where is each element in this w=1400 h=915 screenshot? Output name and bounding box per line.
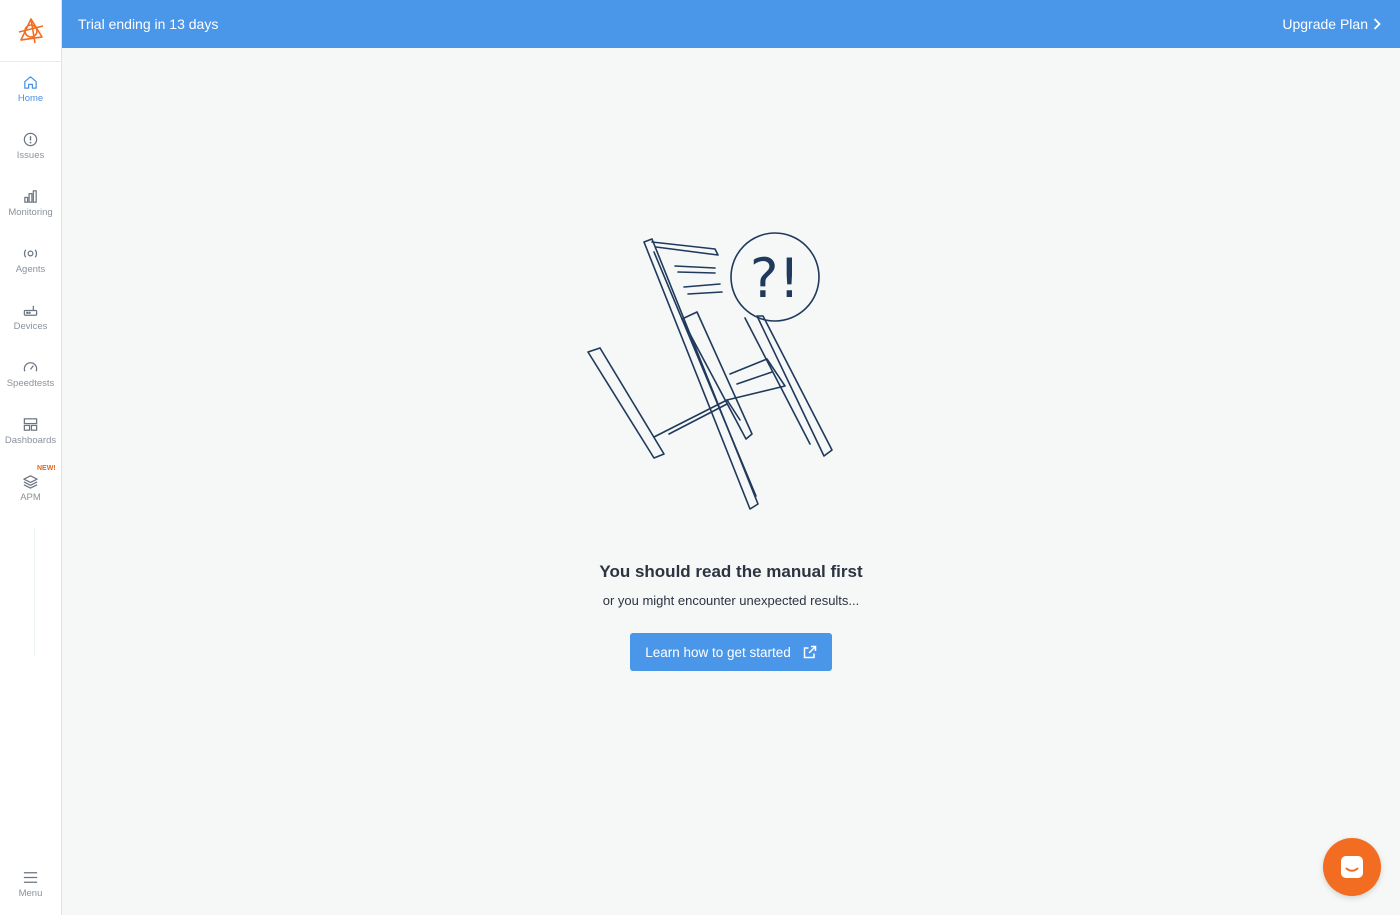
upgrade-plan-label: Upgrade Plan [1282,16,1368,32]
menu-button[interactable]: Menu [0,867,61,915]
sidebar-item-label: Speedtests [6,378,55,389]
app-logo[interactable] [0,0,62,62]
sidebar-item-label: Issues [16,150,45,161]
external-link-icon [803,645,817,659]
sidebar-item-label: Agents [15,264,46,275]
logo-icon [18,17,44,43]
illustration-text: ?! [750,247,800,310]
sidebar-item-speedtests[interactable]: Speedtests [0,357,61,409]
home-icon [24,76,37,89]
sidebar-divider [34,528,35,656]
router-icon [23,305,38,316]
sidebar-item-agents[interactable]: Agents [0,243,61,295]
sidebar-item-label: Monitoring [8,207,53,218]
sidebar-item-issues[interactable]: Issues [0,129,61,181]
sidebar-item-devices[interactable]: Devices [0,300,61,352]
sidebar-item-label: APM [20,492,41,503]
sidebar-item-apm[interactable]: NEW! APM [0,465,61,523]
sidebar-item-dashboards[interactable]: Dashboards [0,414,61,466]
sidebar: Home Issues Monitoring Agents Devices Sp… [0,0,62,915]
trial-text: Trial ending in 13 days [78,16,219,32]
upgrade-plan-link[interactable]: Upgrade Plan [1282,16,1382,32]
new-badge: NEW! [37,465,56,472]
broken-chair-illustration: ?! [587,232,833,510]
trial-banner: Trial ending in 13 days Upgrade Plan [62,0,1400,48]
chat-launcher-button[interactable] [1323,838,1381,896]
sidebar-item-label: Dashboards [4,435,57,446]
agent-icon [23,249,38,258]
cta-label: Learn how to get started [645,644,791,660]
sidebar-item-home[interactable]: Home [0,72,61,124]
bar-chart-icon [24,190,37,203]
chat-icon [1341,856,1363,878]
dashboard-icon [23,418,38,431]
menu-label: Menu [18,888,43,899]
sidebar-item-monitoring[interactable]: Monitoring [0,186,61,238]
hamburger-icon [23,872,38,883]
sidebar-item-label: Home [17,93,44,104]
page-subline: or you might encounter unexpected result… [602,593,860,608]
learn-get-started-button[interactable]: Learn how to get started [630,633,832,671]
chevron-right-icon [1373,18,1381,30]
main-content: ?! You should read the manual first or y… [62,48,1400,915]
layers-icon [23,475,38,489]
sidebar-item-label: Devices [13,321,48,332]
speedometer-icon [23,362,38,372]
alert-circle-icon [23,132,38,147]
page-headline: You should read the manual first [599,562,863,581]
